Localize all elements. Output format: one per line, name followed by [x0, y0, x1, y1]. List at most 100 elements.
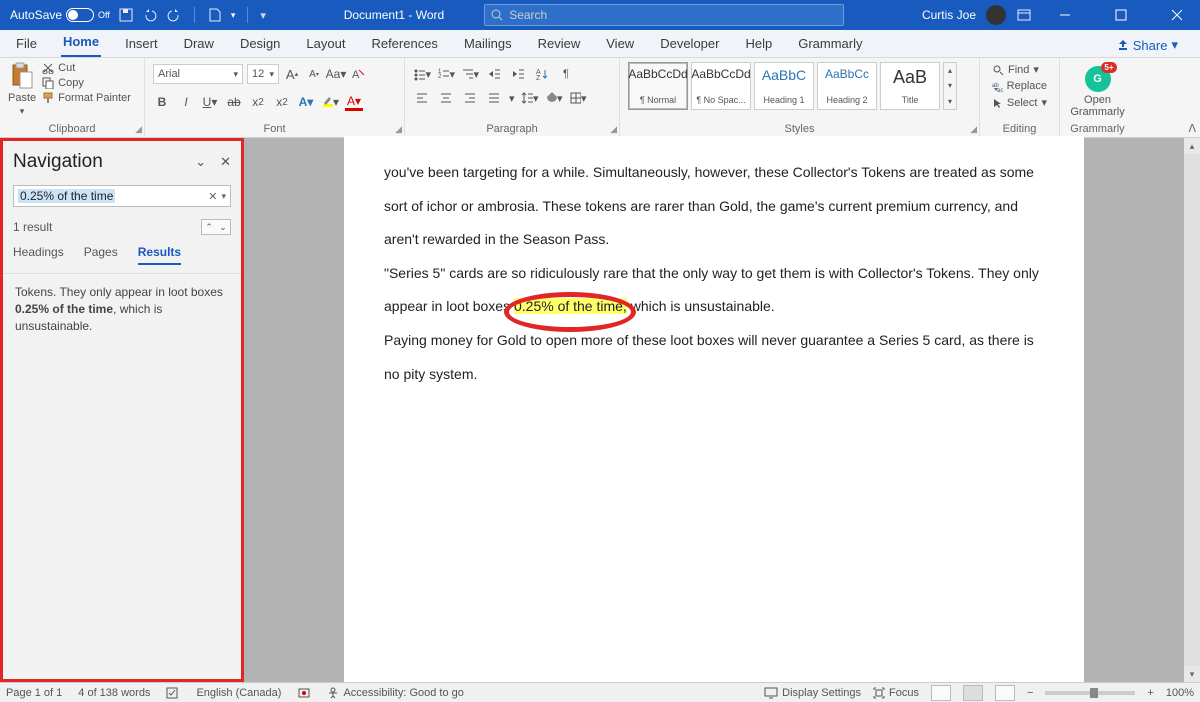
justify-button[interactable]	[485, 89, 503, 107]
undo-icon[interactable]	[142, 7, 158, 23]
maximize-button[interactable]	[1098, 0, 1144, 30]
status-macros[interactable]	[297, 687, 311, 699]
scroll-up-button[interactable]: ▴	[1184, 138, 1200, 154]
find-button[interactable]: Find ▾	[988, 62, 1051, 77]
copy-button[interactable]: Copy	[42, 77, 131, 89]
cut-button[interactable]: Cut	[42, 62, 131, 74]
view-read-button[interactable]	[931, 685, 951, 701]
close-button[interactable]	[1154, 0, 1200, 30]
superscript-button[interactable]: x2	[273, 93, 291, 111]
tab-home[interactable]: Home	[61, 28, 101, 57]
font-color-button[interactable]: A▾	[345, 93, 363, 111]
redo-icon[interactable]	[166, 7, 182, 23]
styles-launcher[interactable]: ◢	[970, 124, 977, 135]
clipboard-launcher[interactable]: ◢	[135, 124, 142, 135]
nav-prev-button[interactable]: ⌃	[202, 220, 216, 234]
style-title[interactable]: AaBTitle	[880, 62, 940, 110]
ribbon-mode-icon[interactable]	[1016, 7, 1032, 23]
nav-search-input[interactable]: 0.25% of the time ✕ ▾	[13, 185, 231, 207]
tab-developer[interactable]: Developer	[658, 30, 721, 57]
status-language[interactable]: English (Canada)	[196, 687, 281, 699]
style-normal[interactable]: AaBbCcDd¶ Normal	[628, 62, 688, 110]
sort-button[interactable]: AZ	[533, 65, 551, 83]
tab-view[interactable]: View	[604, 30, 636, 57]
style-heading1[interactable]: AaBbCHeading 1	[754, 62, 814, 110]
vertical-scrollbar[interactable]: ▴ ▾	[1184, 138, 1200, 682]
save-icon[interactable]	[118, 7, 134, 23]
nav-tab-headings[interactable]: Headings	[13, 245, 64, 265]
minimize-button[interactable]	[1042, 0, 1088, 30]
change-case-button[interactable]: Aa▾	[327, 65, 345, 83]
nav-options-button[interactable]: ⌄	[195, 154, 206, 170]
tab-layout[interactable]: Layout	[304, 30, 347, 57]
pilcrow-button[interactable]: ¶	[557, 65, 575, 83]
nav-tab-results[interactable]: Results	[138, 245, 181, 265]
qat-customize[interactable]: ▾	[260, 9, 266, 22]
align-center-button[interactable]	[437, 89, 455, 107]
style-nospacing[interactable]: AaBbCcDd¶ No Spac...	[691, 62, 751, 110]
nav-next-button[interactable]: ⌄	[216, 220, 230, 234]
line-spacing-button[interactable]: ▾	[521, 89, 539, 107]
zoom-level[interactable]: 100%	[1166, 687, 1194, 699]
tab-mailings[interactable]: Mailings	[462, 30, 514, 57]
status-spellcheck[interactable]	[166, 687, 180, 699]
tab-file[interactable]: File	[14, 30, 39, 57]
nav-tab-pages[interactable]: Pages	[84, 245, 118, 265]
nav-result-item[interactable]: Tokens. They only appear in loot boxes 0…	[3, 274, 241, 344]
tab-review[interactable]: Review	[536, 30, 583, 57]
autosave-toggle[interactable]: AutoSave Off	[10, 8, 110, 22]
bold-button[interactable]: B	[153, 93, 171, 111]
numbering-button[interactable]: 12▾	[437, 65, 455, 83]
status-page[interactable]: Page 1 of 1	[6, 687, 62, 699]
styles-more-button[interactable]: ▴▾▾	[943, 62, 957, 110]
grow-font-button[interactable]: A▴	[283, 65, 301, 83]
shading-button[interactable]: ▾	[545, 89, 563, 107]
view-print-button[interactable]	[963, 685, 983, 701]
font-size-combo[interactable]: 12▾	[247, 64, 279, 84]
align-right-button[interactable]	[461, 89, 479, 107]
indent-button[interactable]	[509, 65, 527, 83]
italic-button[interactable]: I	[177, 93, 195, 111]
tab-help[interactable]: Help	[743, 30, 774, 57]
tab-grammarly[interactable]: Grammarly	[796, 30, 864, 57]
font-launcher[interactable]: ◢	[395, 124, 402, 135]
text-effects-button[interactable]: A▾	[297, 93, 315, 111]
nav-search-clear[interactable]: ✕	[208, 190, 217, 203]
font-name-combo[interactable]: Arial▾	[153, 64, 243, 84]
open-grammarly-button[interactable]: G5+ Open Grammarly	[1068, 62, 1127, 122]
document-page[interactable]: you've been targeting for a while. Simul…	[344, 136, 1084, 682]
select-button[interactable]: Select ▾	[988, 95, 1051, 110]
nav-search-dropdown[interactable]: ▾	[221, 191, 226, 202]
focus-button[interactable]: Focus	[873, 687, 919, 699]
outdent-button[interactable]	[485, 65, 503, 83]
tab-draw[interactable]: Draw	[182, 30, 216, 57]
strike-button[interactable]: ab	[225, 93, 243, 111]
scroll-down-button[interactable]: ▾	[1184, 666, 1200, 682]
view-web-button[interactable]	[995, 685, 1015, 701]
share-button[interactable]: Share ▾	[1109, 33, 1186, 57]
file-icon[interactable]	[207, 7, 223, 23]
underline-button[interactable]: U▾	[201, 93, 219, 111]
borders-button[interactable]: ▾	[569, 89, 587, 107]
tab-design[interactable]: Design	[238, 30, 282, 57]
multilevel-button[interactable]: ▾	[461, 65, 479, 83]
avatar[interactable]	[986, 5, 1006, 25]
style-heading2[interactable]: AaBbCcHeading 2	[817, 62, 877, 110]
search-input[interactable]: Search	[484, 4, 844, 26]
nav-close-button[interactable]: ✕	[220, 154, 231, 170]
shrink-font-button[interactable]: A▾	[305, 65, 323, 83]
zoom-in-button[interactable]: +	[1147, 687, 1153, 699]
display-settings-button[interactable]: Display Settings	[764, 687, 861, 699]
align-left-button[interactable]	[413, 89, 431, 107]
bullets-button[interactable]: ▾	[413, 65, 431, 83]
subscript-button[interactable]: x2	[249, 93, 267, 111]
zoom-out-button[interactable]: −	[1027, 687, 1033, 699]
tab-references[interactable]: References	[369, 30, 439, 57]
zoom-slider[interactable]	[1045, 691, 1135, 695]
paste-button[interactable]: Paste ▾	[8, 62, 36, 117]
replace-button[interactable]: abacReplace	[988, 79, 1051, 93]
clear-format-button[interactable]: A	[349, 65, 367, 83]
highlight-button[interactable]: ▾	[321, 93, 339, 111]
collapse-ribbon-button[interactable]: ᐱ	[1188, 122, 1196, 135]
paragraph-launcher[interactable]: ◢	[610, 124, 617, 135]
